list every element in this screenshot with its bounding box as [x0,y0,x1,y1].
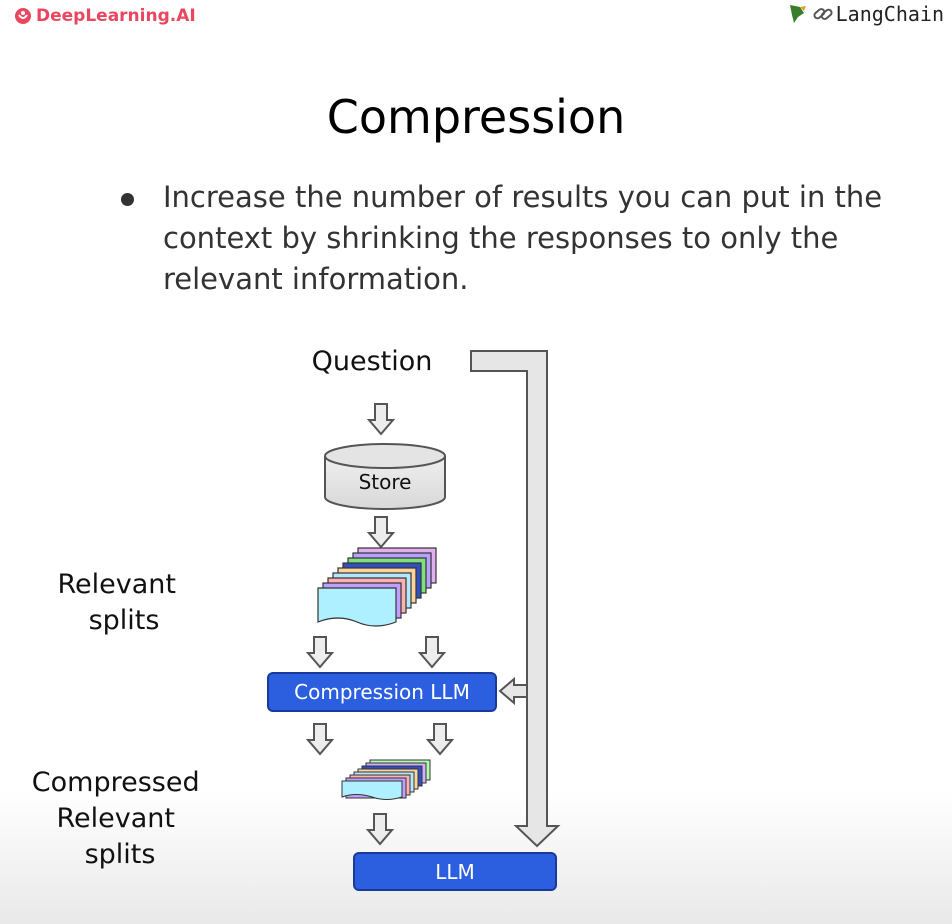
store-label: Store [359,470,412,494]
down-arrow [305,636,335,669]
down-arrow [365,813,395,846]
down-arrow [425,723,455,756]
relevant-splits-stack [317,547,437,627]
question-label: Question [312,346,433,377]
down-arrow [305,723,335,756]
store-cylinder: Store [324,443,446,510]
compression-diagram: Question Store Relevant splits Compressi… [32,346,561,891]
llm-label: LLM [435,860,475,884]
relevant-splits-label: Relevant splits [57,569,184,636]
compressed-splits-stack [341,759,431,800]
compression-llm-box: Compression LLM [267,672,497,712]
down-arrow [366,403,396,436]
llm-box: LLM [353,852,557,891]
compression-llm-label: Compression LLM [294,680,470,704]
compressed-splits-label: Compressed Relevant splits [32,767,208,870]
bypass-arrow [470,350,561,848]
down-arrow [366,516,396,549]
down-arrow [417,636,447,669]
bypass-branch-arrow [498,676,528,706]
